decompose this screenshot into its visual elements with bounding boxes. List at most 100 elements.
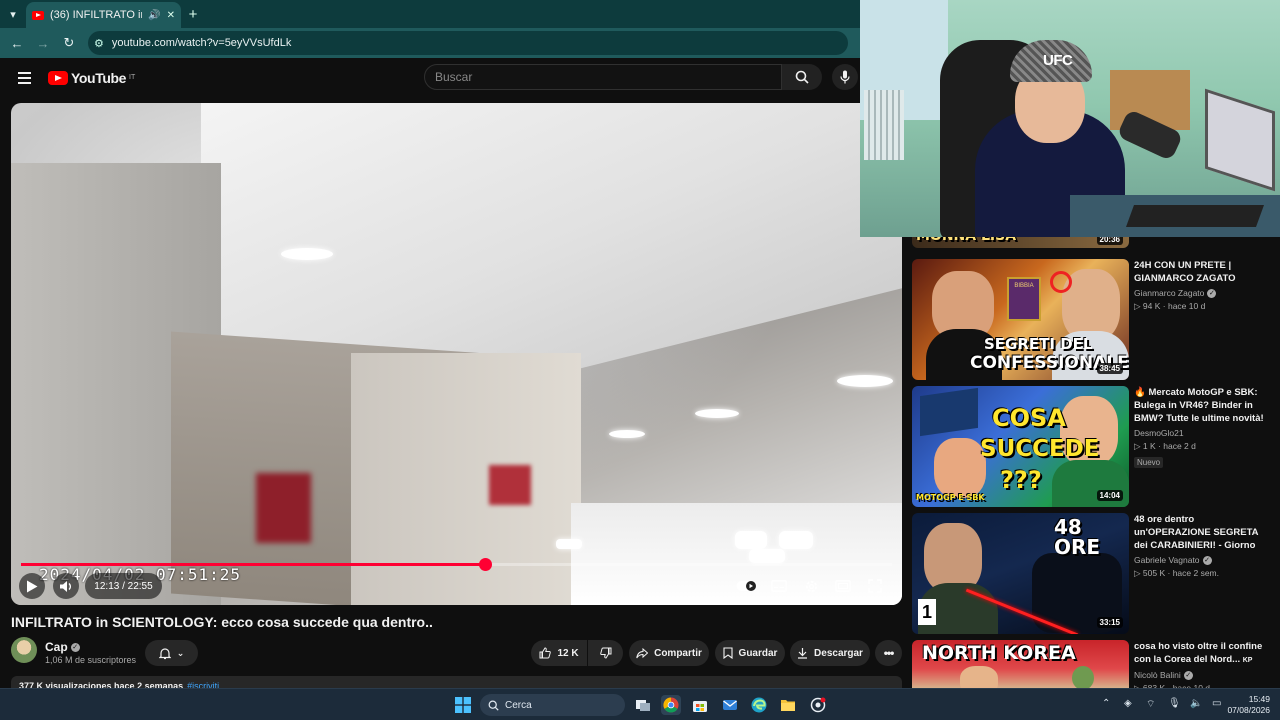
- fullscreen-button[interactable]: [863, 573, 887, 599]
- recommendation-title[interactable]: 48 ore dentro un'OPERAZIONE SEGRETA dei …: [1134, 513, 1266, 552]
- share-button[interactable]: Compartir: [629, 640, 709, 666]
- recommendation-stats: ▷ 1 K · hace 2 d: [1134, 441, 1196, 451]
- recommendation-channel[interactable]: Nicolò Balini: [1134, 670, 1181, 680]
- tab-close-icon[interactable]: ✕: [167, 10, 175, 21]
- video-duration: 38:45: [1096, 363, 1123, 374]
- theater-icon: [835, 580, 851, 592]
- security-icon[interactable]: ◈: [1124, 698, 1132, 709]
- clock-date: 07/08/2026: [1227, 705, 1270, 715]
- volume-tray-icon[interactable]: 🔈: [1190, 698, 1202, 709]
- reload-icon[interactable]: ↻: [58, 32, 80, 54]
- recommendation-thumbnail[interactable]: NORTH KOREA: [912, 640, 1129, 688]
- taskbar-clock[interactable]: 15:49 07/08/2026: [1227, 694, 1270, 716]
- like-button[interactable]: 12 K: [531, 640, 587, 666]
- recommendation-meta[interactable]: 24H CON UN PRETE | GIANMARCO ZAGATO Gian…: [1134, 259, 1266, 312]
- recommendation-channel[interactable]: DesmoGlo21: [1134, 428, 1266, 438]
- address-bar[interactable]: ⚙ youtube.com/watch?v=5eyVVsUfdLk: [88, 31, 848, 55]
- progress-bar[interactable]: [21, 558, 892, 571]
- video-frame-red-sign: [489, 465, 531, 505]
- voice-search-button[interactable]: [832, 64, 858, 90]
- recommendation-title[interactable]: 🔥 Mercato MotoGP e SBK: Bulega in VR46? …: [1134, 386, 1266, 425]
- recommendation-channel[interactable]: Gabriele Vagnato: [1134, 555, 1200, 565]
- task-view-icon[interactable]: [633, 695, 653, 715]
- search-input[interactable]: Buscar: [424, 64, 782, 90]
- ceiling-light: [735, 531, 767, 549]
- network-icon[interactable]: ⌔: [1146, 698, 1155, 711]
- chrome-icon[interactable]: [661, 695, 681, 715]
- recommendation-thumbnail[interactable]: BIBBIA SEGRETI DEL CONFESSIONALE 38:45: [912, 259, 1129, 380]
- windows-start-button[interactable]: [453, 695, 473, 715]
- recommendation-channel-row: Gabriele Vagnato ✓: [1134, 555, 1266, 566]
- thumbnail-overlay-text: SEGRETI DEL: [984, 335, 1093, 353]
- thumbnail-person: [934, 438, 986, 498]
- recommendation-views: 505 K: [1142, 568, 1166, 579]
- search-button[interactable]: [782, 64, 822, 90]
- recommendation-meta[interactable]: 🔥 Mercato MotoGP e SBK: Bulega in VR46? …: [1134, 386, 1266, 470]
- like-icon: [539, 647, 552, 659]
- file-explorer-icon[interactable]: [778, 695, 798, 715]
- share-icon: [636, 647, 649, 658]
- download-button[interactable]: Descargar: [790, 640, 870, 666]
- thumbnail-episode-number: 1: [918, 599, 936, 625]
- recommendation-channel-row: Gianmarco Zagato ✓: [1134, 288, 1266, 299]
- mic-icon[interactable]: 🎙: [1168, 698, 1181, 709]
- edge-icon[interactable]: [749, 695, 769, 715]
- mail-icon[interactable]: [720, 695, 740, 715]
- channel-avatar[interactable]: [11, 637, 37, 663]
- recording-app-icon[interactable]: [808, 695, 828, 715]
- recommendation-title-row[interactable]: cosa ho visto oltre il confine con la Co…: [1134, 640, 1266, 667]
- volume-button[interactable]: [53, 573, 79, 599]
- recommendation-meta[interactable]: cosa ho visto oltre il confine con la Co…: [1134, 640, 1266, 694]
- recommendation-stats: ▷ 94 K · hace 10 d: [1134, 301, 1206, 312]
- settings-button[interactable]: [799, 573, 823, 599]
- forward-icon[interactable]: →: [32, 32, 54, 54]
- tab-search-chevron-icon[interactable]: ▾: [0, 0, 26, 28]
- browser-tab-active[interactable]: (36) INFILTRATO in SCIENTOLOGY 🔊 ✕: [26, 2, 181, 28]
- recommendation-age: hace 2 sem.: [1172, 568, 1219, 579]
- recommendation-thumbnail[interactable]: 48 ORE 1 33:15: [912, 513, 1129, 634]
- verified-icon: ✓: [70, 643, 80, 653]
- audio-playing-icon[interactable]: 🔊: [148, 10, 160, 21]
- recommendation-meta[interactable]: 48 ore dentro un'OPERAZIONE SEGRETA dei …: [1134, 513, 1266, 579]
- search-icon: [488, 700, 499, 711]
- thumbnail-overlay-text: SUCCEDE: [980, 436, 1100, 462]
- dislike-button[interactable]: [588, 640, 623, 666]
- subscription-bell-button[interactable]: ⌄: [145, 640, 198, 666]
- fullscreen-icon: [868, 579, 882, 593]
- tray-chevron-icon[interactable]: ⌃: [1102, 698, 1110, 709]
- video-duration: 33:15: [1096, 617, 1123, 628]
- play-button[interactable]: [19, 573, 45, 599]
- country-code: IT: [129, 74, 136, 81]
- save-icon: [722, 647, 733, 659]
- subtitles-button[interactable]: [767, 573, 791, 599]
- recommendation-title[interactable]: 24H CON UN PRETE | GIANMARCO ZAGATO: [1134, 259, 1266, 285]
- taskbar-search[interactable]: Cerca: [480, 694, 625, 716]
- autoplay-toggle[interactable]: [735, 573, 759, 599]
- site-info-icon[interactable]: ⚙: [94, 37, 104, 50]
- hamburger-menu-icon[interactable]: [0, 72, 48, 84]
- settings-icon: [805, 580, 817, 592]
- save-button[interactable]: Guardar: [715, 640, 785, 666]
- progress-scrubber[interactable]: [479, 558, 492, 571]
- recommendation-thumbnail[interactable]: COSA SUCCEDE ??? MOTOGP E SBK 14:04: [912, 386, 1129, 507]
- video-title: INFILTRATO in SCIENTOLOGY: ecco cosa suc…: [11, 614, 433, 630]
- autoplay-toggle-icon: [736, 581, 758, 591]
- more-icon: •••: [883, 646, 895, 660]
- microsoft-store-icon[interactable]: [690, 695, 710, 715]
- back-icon[interactable]: ←: [6, 32, 28, 54]
- recommendation-stats: ▷ 505 K · hace 2 sem.: [1134, 568, 1219, 579]
- ceiling-light: [556, 539, 582, 549]
- more-actions-button[interactable]: •••: [875, 640, 902, 666]
- webcam-laptop: [1205, 88, 1275, 192]
- battery-icon[interactable]: ▭: [1212, 698, 1221, 709]
- recommendation-age: hace 2 d: [1163, 441, 1196, 451]
- channel-name[interactable]: Cap: [45, 640, 68, 654]
- youtube-logo-text: YouTube: [71, 70, 127, 86]
- video-player[interactable]: 2024/04/02 07:51:25 12:13 / 22:55: [11, 103, 902, 605]
- recommendation-channel[interactable]: Gianmarco Zagato: [1134, 288, 1204, 298]
- new-tab-button[interactable]: +: [181, 6, 205, 23]
- thumbnail-overlay-text: COSA: [992, 404, 1066, 432]
- theater-mode-button[interactable]: [831, 573, 855, 599]
- youtube-logo[interactable]: YouTube IT: [48, 70, 135, 86]
- channel-name-row[interactable]: Cap ✓: [45, 640, 80, 654]
